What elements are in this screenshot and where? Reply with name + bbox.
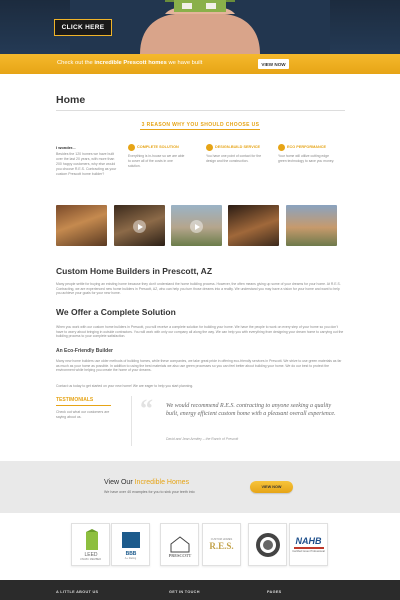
banner-text-suffix: we have built <box>166 60 203 66</box>
testimonials-underline <box>56 405 111 406</box>
reasons-intro-title: I wonder... <box>56 145 76 150</box>
leed-logo[interactable]: LEED USGBC MEMBER <box>71 523 110 566</box>
view-homes-band: View Our Incredible Homes We have over 4… <box>0 461 400 513</box>
pencil-icon <box>206 144 213 151</box>
eco-builder-heading: An Eco-Friendly Builder <box>56 348 113 354</box>
seal-icon <box>255 532 280 557</box>
reason-text: Your home will utilize cutting edge gree… <box>278 154 335 163</box>
view-homes-title-emphasis: Incredible Homes <box>134 479 190 486</box>
gallery-thumb-exterior[interactable] <box>286 205 337 246</box>
leed-leaf-icon: LEED <box>84 529 98 558</box>
checkmark-icon <box>128 144 135 151</box>
prescott-name: PRESCOTT <box>168 553 191 558</box>
bbb-logo[interactable]: BBB A+ Rating <box>111 523 150 566</box>
nahb-seal-logo[interactable] <box>248 523 287 566</box>
testimonial-author: David and Jean Armitey – the Ranch of Pr… <box>166 437 239 441</box>
leed-caption: USGBC MEMBER <box>79 558 102 561</box>
footer: A LITTLE ABOUT US GET IN TOUCH PAGES <box>0 580 400 600</box>
prescott-building-icon: PRESCOTT <box>168 535 191 558</box>
click-here-button[interactable]: CLICK HERE <box>54 19 112 36</box>
gallery-thumb-living-room[interactable] <box>56 205 107 246</box>
footer-contact-heading: GET IN TOUCH <box>169 590 200 594</box>
promo-banner: Check out the incredible Prescott homes … <box>0 54 400 74</box>
leaf-icon <box>278 144 285 151</box>
page-title: Home <box>56 94 86 106</box>
certification-logos: LEED USGBC MEMBER BBB A+ Rating PRESCOTT… <box>0 513 400 580</box>
footer-pages-heading: PAGES <box>267 590 282 594</box>
testimonials-heading[interactable]: TESTIMONIALS <box>56 397 93 403</box>
testimonials-divider <box>131 396 132 446</box>
contact-line: Contact us today to get started on your … <box>56 384 194 388</box>
testimonial-quote: We would recommend R.E.S. contracting to… <box>166 403 336 417</box>
custom-builders-text: Many people settle for buying an existin… <box>56 282 341 296</box>
testimonials-sub: Check out what our customers are saying … <box>56 410 110 419</box>
hero-section: CLICK HERE <box>0 0 400 54</box>
view-homes-sub: We have over 40 examples for you to sink… <box>104 490 195 494</box>
bbb-caption: A+ Rating <box>124 557 137 560</box>
nahb-logo[interactable]: NAHB Certified Green Professional <box>289 523 328 566</box>
reasons-intro-text: Besides the 120 homes we have built over… <box>56 152 117 176</box>
reasons-heading: 3 REASON WHY YOU SHOULD CHOOSE US <box>141 122 260 128</box>
complete-solution-text: When you work with our custom home build… <box>56 325 344 339</box>
footer-about-heading: A LITTLE ABOUT US <box>56 590 99 594</box>
view-homes-button[interactable]: VIEW NOW <box>250 481 293 493</box>
banner-text-prefix: Check out the <box>57 60 95 66</box>
custom-builders-heading: Custom Home Builders in Prescott, AZ <box>56 266 213 276</box>
eco-builder-text: Many new home builders use older methods… <box>56 359 342 373</box>
title-divider <box>56 110 345 111</box>
reason-title: ECO PERFORMANCE <box>287 145 327 149</box>
play-icon[interactable] <box>190 220 203 233</box>
reason-title: COMPLETE SOLUTION <box>137 145 179 149</box>
banner-text-emphasis[interactable]: incredible Prescott homes <box>94 60 166 66</box>
res-name: R.E.S. <box>209 541 234 551</box>
prescott-logo[interactable]: PRESCOTT <box>160 523 199 566</box>
reason-text: You have one point of contact for the de… <box>206 154 262 163</box>
reasons-intro: I wonder... Besides the 120 homes we hav… <box>56 145 120 177</box>
banner-text: Check out the incredible Prescott homes … <box>57 60 202 66</box>
view-homes-title: View Our Incredible Homes <box>104 479 189 486</box>
reason-text: Everything is in-house so we are able to… <box>128 154 185 168</box>
res-logo[interactable]: CUSTOM HOMES R.E.S. <box>202 523 241 566</box>
reason-title: DESIGN-BUILD SERVICE <box>215 145 261 149</box>
banner-view-now-button[interactable]: VIEW NOW <box>258 59 289 69</box>
play-icon[interactable] <box>133 220 146 233</box>
testimonials-section: TESTIMONIALS Check out what our customer… <box>0 392 400 446</box>
gallery-thumb-video-2[interactable] <box>171 205 222 246</box>
view-homes-title-prefix: View Our <box>104 479 135 486</box>
nahb-caption: Certified Green Professional <box>292 550 325 553</box>
bbb-torch-icon: BBB <box>121 532 140 557</box>
main-content: Home 3 REASON WHY YOU SHOULD CHOOSE US I… <box>0 74 400 404</box>
reasons-underline <box>140 129 260 130</box>
nahb-name: NAHB <box>295 536 322 546</box>
quote-mark-icon: “ <box>140 394 153 423</box>
gallery-thumb-kitchen[interactable] <box>228 205 279 246</box>
nahb-stripe <box>293 547 324 549</box>
gallery-thumb-video-1[interactable] <box>114 205 165 246</box>
complete-solution-heading: We Offer a Complete Solution <box>56 307 176 317</box>
